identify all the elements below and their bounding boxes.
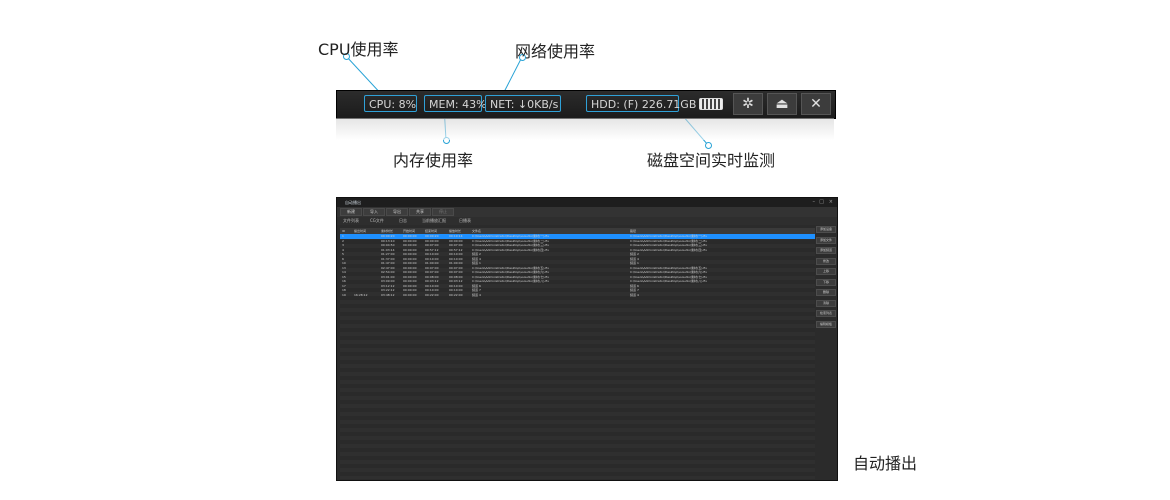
toolbar-button[interactable]: 新建 bbox=[340, 208, 362, 216]
tab[interactable]: 当前播放汇报 bbox=[422, 217, 446, 225]
eject-button[interactable]: ⏏ bbox=[767, 93, 797, 115]
system-status-bar: CPU: 8% MEM: 43% NET: ↓0KB/s HDD: (F) 22… bbox=[336, 90, 836, 119]
mem-usage: MEM: 43% bbox=[424, 95, 487, 112]
hdd-space: HDD: (F) 226.71GB bbox=[586, 95, 696, 112]
toolbar-button[interactable]: 共享 bbox=[409, 208, 431, 216]
side-button[interactable]: 添加设备 bbox=[816, 226, 836, 233]
eject-icon: ⏏ bbox=[775, 96, 789, 112]
net-usage: NET: ↓0KB/s bbox=[485, 95, 561, 112]
side-button-panel: 添加设备添加文件添加频道修改上移下移删除清除检索列表编辑模板 bbox=[815, 226, 837, 479]
tab[interactable]: CG文件 bbox=[370, 217, 384, 225]
side-button[interactable]: 添加文件 bbox=[816, 236, 836, 244]
window-toolbar: 新建 导入 导出 共享 停止 bbox=[337, 207, 837, 217]
table-cell: 19 bbox=[342, 292, 346, 297]
toolbar-button[interactable]: 导出 bbox=[386, 208, 408, 216]
close-button[interactable]: ✕ bbox=[801, 93, 831, 115]
table-cell: 00:22:00 bbox=[449, 292, 463, 297]
table-cell: 频道 4 bbox=[472, 292, 481, 297]
side-button[interactable]: 下移 bbox=[816, 278, 836, 286]
close-icon: ✕ bbox=[810, 96, 822, 112]
toolbar-button[interactable]: 导入 bbox=[363, 208, 385, 216]
table-cell: 00:22:00 bbox=[425, 292, 439, 297]
table-cell: 频道 4 bbox=[630, 292, 639, 297]
annotation-auto: 自动播出 bbox=[853, 454, 918, 473]
side-button[interactable]: 修改 bbox=[816, 257, 836, 265]
window-tabs: 文件列表 CG文件 日志 当前播放汇报 日播表 bbox=[337, 217, 837, 225]
annotation-cpu: CPU使用率 bbox=[318, 40, 399, 59]
cpu-usage: CPU: 8% bbox=[364, 95, 417, 112]
status-bar-reflection bbox=[336, 118, 834, 140]
toolbar-button[interactable]: 停止 bbox=[432, 208, 454, 216]
side-button[interactable]: 删除 bbox=[816, 289, 836, 296]
side-button[interactable]: 添加频道 bbox=[816, 247, 836, 254]
table-cell: 03:48:12 bbox=[381, 292, 395, 297]
window-title: 自动播出 bbox=[345, 200, 361, 205]
annotation-mem: 内存使用率 bbox=[393, 151, 474, 170]
table-cell: 16:28:12 bbox=[354, 292, 368, 297]
side-button[interactable]: 检索列表 bbox=[816, 310, 836, 317]
side-button[interactable]: 清除 bbox=[816, 299, 836, 307]
side-button[interactable]: 上移 bbox=[816, 268, 836, 275]
table-row[interactable]: 19 16:28:12 03:48:12 00:00:00 00:22:00 00:22:… bbox=[340, 293, 815, 298]
annotation-net: 网络使用率 bbox=[515, 42, 596, 61]
settings-button[interactable]: ✲ bbox=[733, 93, 763, 115]
annotation-hdd: 磁盘空间实时监测 bbox=[647, 151, 776, 170]
minimize-icon[interactable]: – bbox=[813, 198, 816, 207]
playlist-table: ID 播出时间 素材时长 开始时间 结束时间 播放时长 文件名 路径 1 00:00:20 00:… bbox=[340, 228, 815, 479]
tab[interactable]: 文件列表 bbox=[343, 217, 359, 225]
auto-playout-window: 自动播出 – □ × 新建 导入 导出 共享 停止 文件列表 CG文件 日志 当… bbox=[336, 197, 838, 481]
window-titlebar: 自动播出 – □ × bbox=[337, 198, 837, 207]
gear-icon: ✲ bbox=[742, 96, 754, 112]
maximize-icon[interactable]: □ bbox=[819, 198, 824, 207]
keyboard-icon[interactable] bbox=[699, 98, 723, 110]
window-close-icon[interactable]: × bbox=[829, 198, 833, 207]
table-cell: 00:00:00 bbox=[403, 292, 417, 297]
side-button[interactable]: 编辑模板 bbox=[816, 320, 836, 328]
tab[interactable]: 日志 bbox=[399, 217, 407, 225]
tab[interactable]: 日播表 bbox=[459, 217, 471, 225]
